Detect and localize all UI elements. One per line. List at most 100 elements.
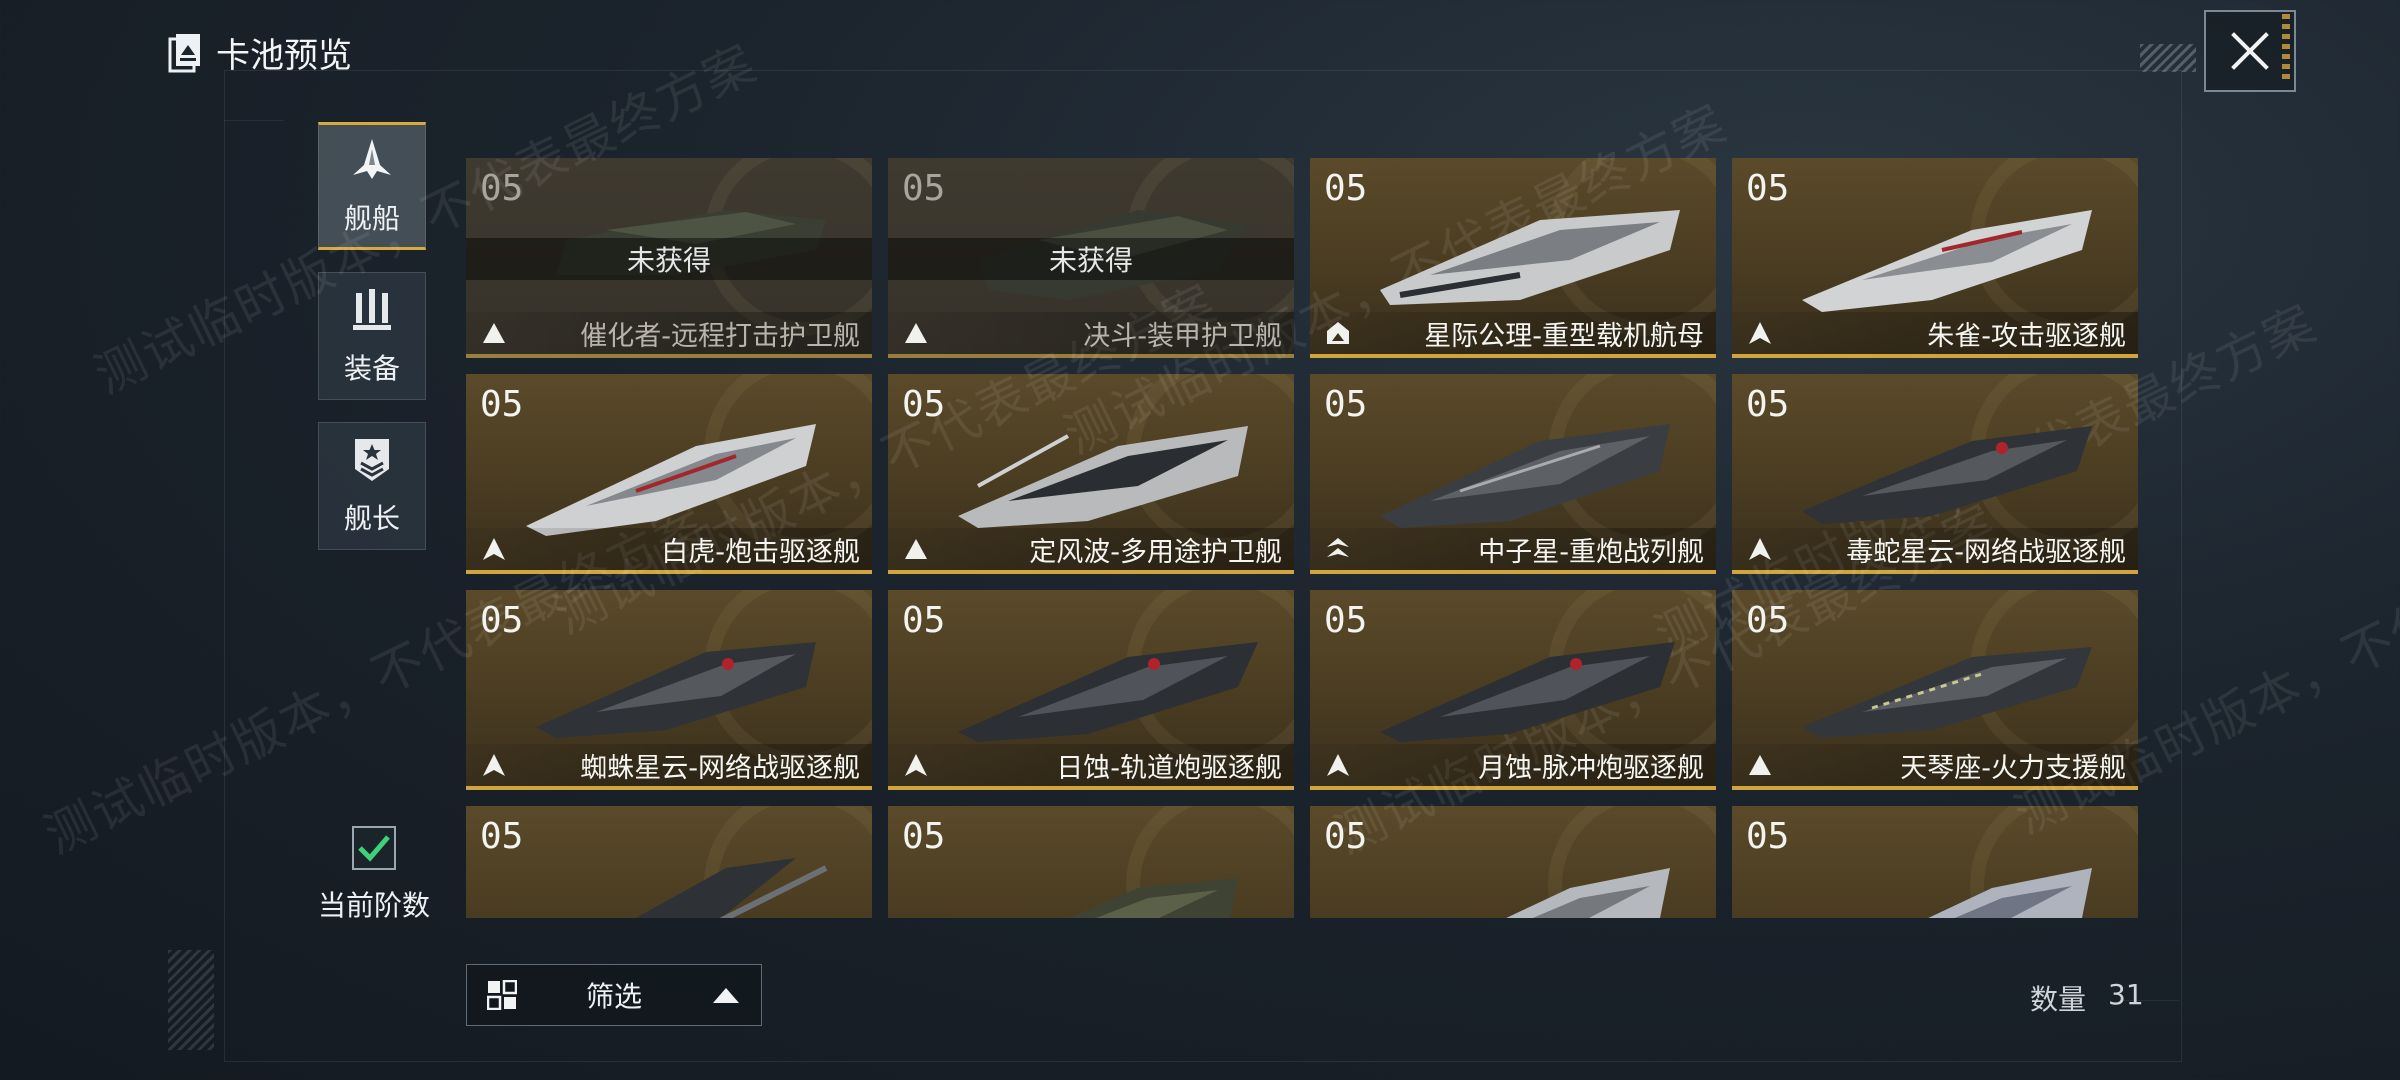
ship-name: 定风波-多用途护卫舰 xyxy=(1029,536,1282,568)
check-icon xyxy=(358,835,390,862)
ship-image xyxy=(1380,642,1675,742)
ship-card[interactable]: 05 xyxy=(466,806,872,918)
ship-image xyxy=(636,858,828,918)
locked-label: 未获得 xyxy=(626,244,711,277)
card-tier: 05 xyxy=(480,168,524,209)
tab-captain[interactable]: 舰长 xyxy=(318,422,426,550)
card-tier: 05 xyxy=(480,600,524,641)
ship-card[interactable]: 05 xyxy=(1310,806,1716,918)
ship-name: 星际公理-重型载机航母 xyxy=(1424,320,1704,352)
caret-up-icon xyxy=(713,988,739,1003)
card-name-row: 蜘蛛星云-网络战驱逐舰 xyxy=(466,744,872,786)
card-tier: 05 xyxy=(480,384,524,425)
destroyer-icon xyxy=(905,754,927,776)
card-name-row: 白虎-炮击驱逐舰 xyxy=(466,528,872,570)
card-name-row: 朱雀-攻击驱逐舰 xyxy=(1732,312,2138,354)
header: 卡池预览 xyxy=(168,28,352,77)
ship-image xyxy=(536,642,816,738)
ship-card[interactable]: 05 定风波-多用途护卫舰 xyxy=(888,374,1294,574)
equipment-icon xyxy=(353,289,391,330)
destroyer-icon xyxy=(483,538,505,560)
destroyer-icon xyxy=(483,754,505,776)
carrier-icon xyxy=(1327,322,1349,344)
ship-image xyxy=(1802,210,2092,312)
card-name-row: 定风波-多用途护卫舰 xyxy=(888,528,1294,570)
card-tier: 05 xyxy=(902,600,946,641)
ship-name: 催化者-远程打击护卫舰 xyxy=(580,320,860,352)
filter-button[interactable]: 筛选 xyxy=(466,964,762,1026)
frigate-icon xyxy=(905,323,927,343)
current-tier-toggle[interactable]: 当前阶数 xyxy=(312,826,436,924)
ship-name: 日蚀-轨道炮驱逐舰 xyxy=(1056,752,1282,784)
count-label: 数量 xyxy=(2030,983,2087,1016)
ship-name: 决斗-装甲护卫舰 xyxy=(1083,320,1282,352)
ship-card[interactable]: 05 xyxy=(888,806,1294,918)
ship-image xyxy=(958,642,1258,742)
ship-card[interactable]: 05 朱雀-攻击驱逐舰 xyxy=(1732,158,2138,358)
count-value: 31 xyxy=(2108,978,2144,1011)
battleship-icon xyxy=(1327,538,1349,557)
card-tier: 05 xyxy=(902,168,946,209)
ship-card[interactable]: 05 天琴座-火力支援舰 xyxy=(1732,590,2138,790)
card-name-row: 决斗-装甲护卫舰 xyxy=(888,312,1294,354)
close-icon xyxy=(2231,32,2269,70)
card-name-row: 月蚀-脉冲炮驱逐舰 xyxy=(1310,744,1716,786)
card-tier: 05 xyxy=(1746,168,1790,209)
card-name-row: 催化者-远程打击护卫舰 xyxy=(466,312,872,354)
card-tier: 05 xyxy=(1746,600,1790,641)
tab-label: 舰船 xyxy=(343,202,400,235)
card-name-row: 中子星-重炮战列舰 xyxy=(1310,528,1716,570)
ship-name: 月蚀-脉冲炮驱逐舰 xyxy=(1478,752,1704,784)
ship-card[interactable]: 05 日蚀-轨道炮驱逐舰 xyxy=(888,590,1294,790)
ship-card[interactable]: 05 白虎-炮击驱逐舰 xyxy=(466,374,872,574)
card-name-row: 日蚀-轨道炮驱逐舰 xyxy=(888,744,1294,786)
current-tier-label: 当前阶数 xyxy=(317,889,430,922)
ship-image xyxy=(958,426,1248,528)
card-tier: 05 xyxy=(1324,816,1368,857)
card-name-row: 天琴座-火力支援舰 xyxy=(1732,744,2138,786)
tab-label: 舰长 xyxy=(343,502,400,535)
ship-image xyxy=(1802,647,2092,738)
tab-equipment[interactable]: 装备 xyxy=(318,272,426,400)
tab-ships[interactable]: 舰船 xyxy=(318,122,426,250)
filter-label: 筛选 xyxy=(585,980,642,1013)
destroyer-icon xyxy=(1749,538,1771,560)
hazard-stripes xyxy=(168,950,214,1050)
page-title: 卡池预览 xyxy=(216,36,352,76)
tab-label: 装备 xyxy=(343,352,400,385)
ship-name: 天琴座-火力支援舰 xyxy=(1900,752,2126,784)
frigate-icon xyxy=(483,323,505,343)
card-tier: 05 xyxy=(902,384,946,425)
ship-count: 数量 31 xyxy=(2030,978,2144,1018)
ship-card[interactable]: 05 蜘蛛星云-网络战驱逐舰 xyxy=(466,590,872,790)
card-tier: 05 xyxy=(480,816,524,857)
card-tier: 05 xyxy=(902,816,946,857)
ship-image xyxy=(526,424,816,536)
locked-overlay: 未获得 xyxy=(888,238,1294,280)
destroyer-icon xyxy=(1327,754,1349,776)
ship-card[interactable]: 05 星际公理-重型载机航母 xyxy=(1310,158,1716,358)
ship-card[interactable]: 05 月蚀-脉冲炮驱逐舰 xyxy=(1310,590,1716,790)
card-tier: 05 xyxy=(1324,168,1368,209)
ship-name: 蜘蛛星云-网络战驱逐舰 xyxy=(580,752,860,784)
ship-card[interactable]: 05 未获得 决斗-装甲护卫舰 xyxy=(888,158,1294,358)
current-tier-checkbox[interactable] xyxy=(352,826,396,870)
locked-label: 未获得 xyxy=(1048,244,1133,277)
ship-image xyxy=(1506,868,1670,918)
ship-image xyxy=(1802,426,2092,524)
ship-card[interactable]: 05 毒蛇星云-网络战驱逐舰 xyxy=(1732,374,2138,574)
card-tier: 05 xyxy=(1746,816,1790,857)
card-pool-icon xyxy=(168,33,200,72)
hazard-stripes xyxy=(2140,44,2196,72)
ship-card[interactable]: 05 xyxy=(1732,806,2138,918)
destroyer-icon xyxy=(1749,322,1771,344)
card-tier: 05 xyxy=(1324,600,1368,641)
ship-name: 毒蛇星云-网络战驱逐舰 xyxy=(1846,536,2126,568)
hazard-stripes xyxy=(2282,14,2290,80)
ship-card[interactable]: 05 中子星-重炮战列舰 xyxy=(1310,374,1716,574)
frigate-icon xyxy=(905,539,927,559)
card-grid: 05 未获得 催化者-远程打击护卫舰 05 未获得 决斗-装甲护卫舰 05 星际… xyxy=(466,158,2140,918)
captain-icon xyxy=(355,439,389,481)
ship-image xyxy=(1069,878,1238,918)
ship-card[interactable]: 05 未获得 催化者-远程打击护卫舰 xyxy=(466,158,872,358)
